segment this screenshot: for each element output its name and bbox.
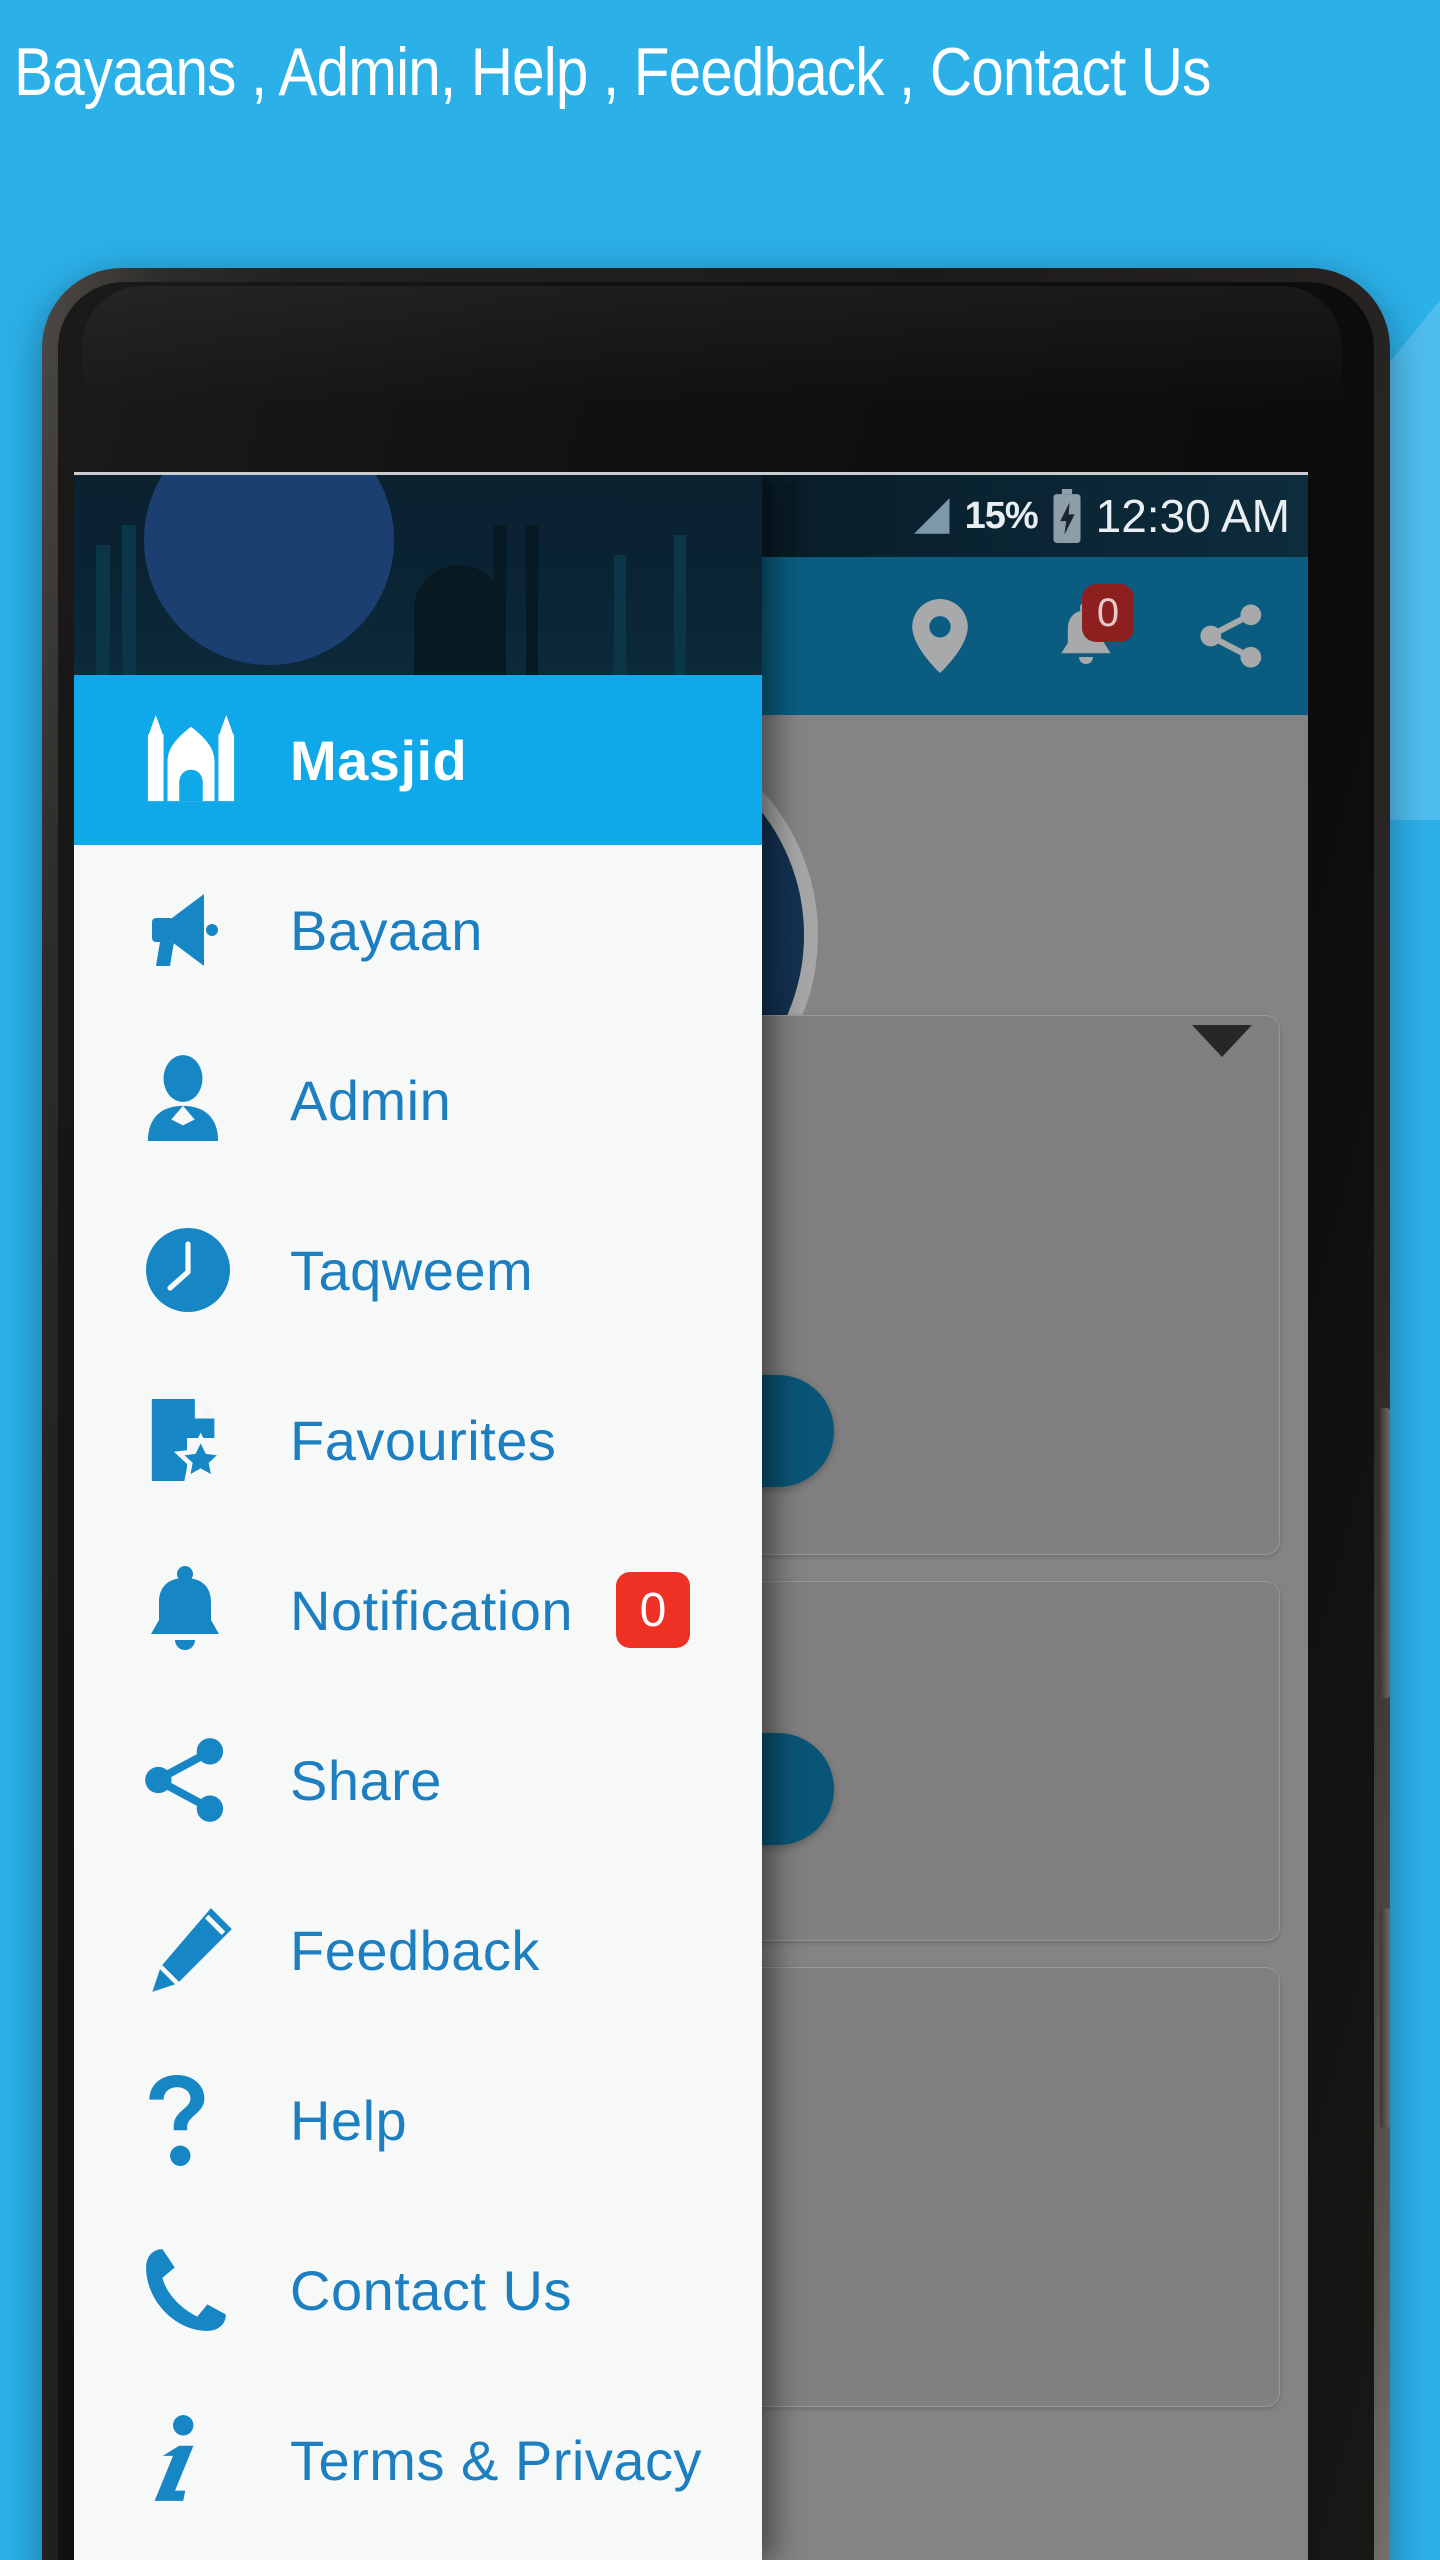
megaphone-icon <box>144 890 254 970</box>
status-bar-right-icons: 15% 12:30 AM <box>907 475 1290 557</box>
toolbar-location-button[interactable] <box>902 598 978 674</box>
question-mark-icon <box>144 2073 254 2167</box>
signal-icon <box>907 494 953 538</box>
drawer-item-share[interactable]: Share <box>74 1695 762 1865</box>
drawer-item-terms-privacy[interactable]: Terms & Privacy <box>74 2375 762 2545</box>
drawer-item-taqweem[interactable]: Taqweem <box>74 1185 762 1355</box>
drawer-item-label: Share <box>290 1748 442 1812</box>
drawer-item-label: Favourites <box>290 1408 557 1472</box>
phone-icon <box>144 2245 254 2335</box>
phone-glass-reflection <box>82 286 1342 406</box>
drawer-menu: Masjid Bayaan Admin Taqweem Favourites N… <box>74 675 762 2560</box>
drawer-header-dome <box>144 475 394 665</box>
volume-rocker-button[interactable] <box>1380 1408 1390 1698</box>
drawer-item-label: Taqweem <box>290 1238 534 1302</box>
drawer-item-label: Notification <box>290 1578 574 1642</box>
drawer-item-feedback[interactable]: Feedback <box>74 1865 762 2035</box>
toolbar-share-button[interactable] <box>1194 598 1270 674</box>
share-icon <box>144 1737 254 1823</box>
promo-headline: Bayaans , Admin, Help , Feedback , Conta… <box>14 34 1211 110</box>
drawer-item-help[interactable]: Help <box>74 2035 762 2205</box>
drawer-item-label: Terms & Privacy <box>290 2428 702 2492</box>
share-icon <box>1199 603 1265 669</box>
drawer-header <box>74 475 762 675</box>
navigation-drawer: Masjid Bayaan Admin Taqweem Favourites N… <box>74 475 762 2560</box>
drawer-item-label: Feedback <box>290 1918 540 1982</box>
drawer-item-admin[interactable]: Admin <box>74 1015 762 1185</box>
drawer-item-logout[interactable]: Logout <box>74 2545 762 2560</box>
drawer-item-label: Contact Us <box>290 2258 572 2322</box>
bell-icon <box>144 1564 254 1656</box>
drawer-item-notification[interactable]: Notification 0 <box>74 1525 762 1695</box>
phone-screen: a Awqat Ma Nisa, 103) Salah CH ocation :… <box>74 472 1308 2560</box>
drawer-item-contact-us[interactable]: Contact Us <box>74 2205 762 2375</box>
power-button[interactable] <box>1380 1908 1390 2128</box>
toolbar-notification-badge: 0 <box>1082 584 1134 642</box>
battery-percent: 15% <box>964 494 1039 537</box>
user-tie-icon <box>144 1054 254 1146</box>
notification-count-badge: 0 <box>616 1572 690 1648</box>
clock-time: 12:30 AM <box>1095 490 1290 542</box>
drawer-item-label: Admin <box>290 1068 452 1132</box>
document-star-icon <box>144 1395 254 1485</box>
drawer-item-label: Bayaan <box>290 898 483 962</box>
drawer-item-bayaan[interactable]: Bayaan <box>74 845 762 1015</box>
pencil-icon <box>144 1904 254 1996</box>
location-pin-icon <box>912 599 968 673</box>
info-icon <box>144 2413 254 2507</box>
drawer-item-masjid[interactable]: Masjid <box>74 675 762 845</box>
drawer-item-favourites[interactable]: Favourites <box>74 1355 762 1525</box>
drawer-item-label: Masjid <box>290 728 468 792</box>
battery-charging-icon <box>1050 489 1084 543</box>
clock-icon <box>144 1226 254 1314</box>
toolbar-notification-button[interactable]: 0 <box>1048 584 1134 674</box>
mosque-icon <box>144 714 254 806</box>
drawer-item-label: Help <box>290 2088 408 2152</box>
